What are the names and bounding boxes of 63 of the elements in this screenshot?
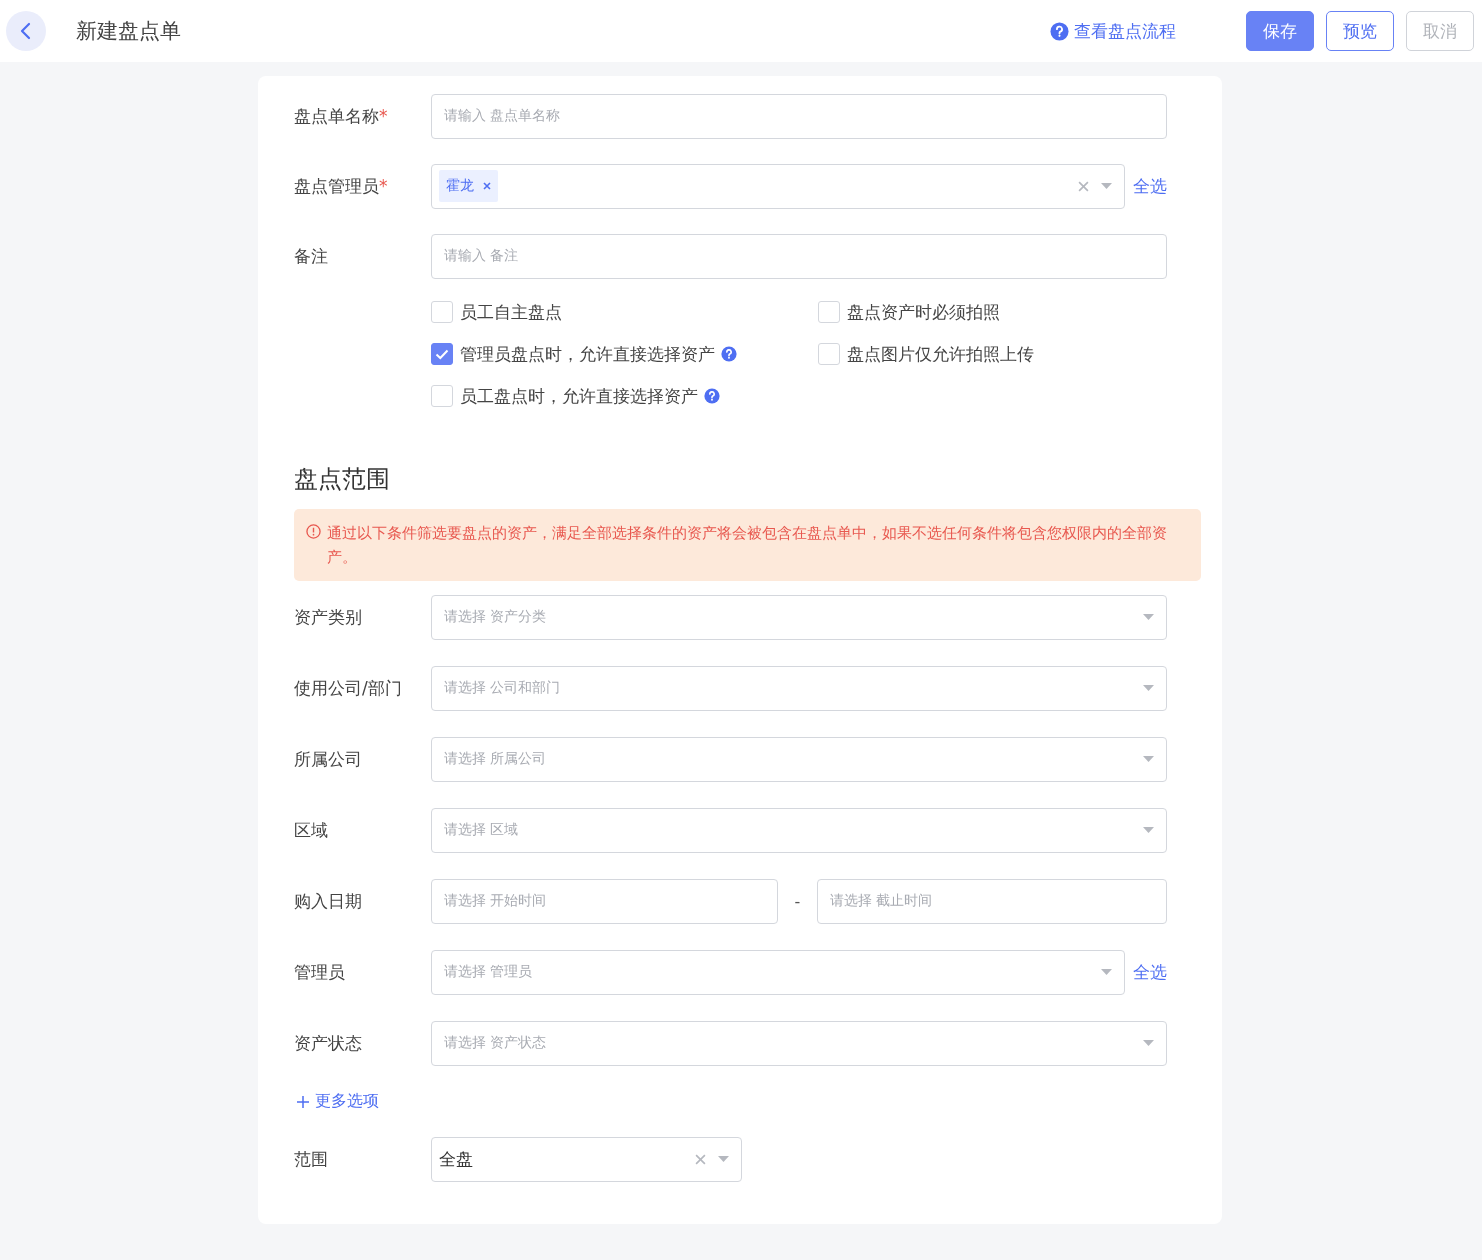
checkbox-label: 员工盘点时，允许直接选择资产 (460, 384, 698, 408)
help-icon[interactable] (721, 346, 737, 362)
select-all-link[interactable]: 全选 (1133, 960, 1167, 984)
select-field[interactable]: 请选择 管理员 (431, 949, 1125, 995)
preview-button[interactable]: 预览 (1326, 11, 1394, 51)
select-field[interactable]: 请选择 所属公司 (431, 736, 1167, 782)
range-select[interactable]: 全盘 (431, 1136, 742, 1182)
caret-icon (1143, 756, 1154, 762)
checkbox-label: 盘点资产时必须拍照 (847, 300, 1000, 324)
text-input[interactable]: 请输入 备注 (431, 233, 1167, 279)
start-date-field[interactable]: 请选择 开始时间 (431, 878, 778, 924)
caret-icon (1143, 685, 1154, 691)
more-options-link[interactable]: 更多选项 (297, 1091, 379, 1112)
caret-icon (1101, 183, 1112, 189)
clear-icon[interactable] (1078, 180, 1089, 192)
field-label: 资产状态 (294, 1031, 363, 1055)
back-button[interactable] (6, 11, 46, 51)
help-icon[interactable] (704, 388, 720, 404)
help-link-text[interactable]: 查看盘点流程 (1074, 19, 1176, 43)
help-icon (1050, 21, 1069, 41)
checkbox-label: 管理员盘点时，允许直接选择资产 (460, 342, 715, 366)
select-field[interactable]: 请选择 区域 (431, 807, 1167, 853)
field-label: 管理员 (294, 960, 346, 984)
notice-text: 通过以下条件筛选要盘点的资产，满足全部选择条件的资产将会被包含在盘点单中，如果不选任何条件将包含您权限内的全部资产。 (327, 523, 1168, 568)
chevron-left-icon (19, 22, 33, 40)
field-label: 区域 (294, 818, 329, 842)
caret-icon (1101, 969, 1112, 975)
range-separator: - (793, 891, 802, 911)
field-label: 购入日期 (294, 889, 363, 913)
caret-icon (1143, 827, 1154, 833)
plus-icon (297, 1095, 309, 1108)
checkbox-label: 盘点图片仅允许拍照上传 (847, 342, 1034, 366)
field-label: 使用公司/部门 (294, 676, 403, 700)
save-button[interactable]: 保存 (1246, 11, 1314, 51)
checkmark-icon (435, 348, 449, 360)
process-help-link[interactable]: 查看盘点流程 (1050, 19, 1176, 43)
field-label: 资产类别 (294, 605, 363, 629)
section-title: 盘点范围 (294, 464, 391, 495)
caret-icon (1143, 1040, 1154, 1046)
select-field[interactable]: 请选择 资产状态 (431, 1020, 1167, 1066)
field-label: 盘点单名称* (294, 104, 389, 128)
remove-icon[interactable] (483, 182, 491, 190)
required-mark: * (379, 175, 388, 196)
required-mark: * (379, 105, 388, 126)
field-label: 备注 (294, 244, 329, 268)
select-field[interactable]: 请选择 资产分类 (431, 594, 1167, 640)
field-label: 所属公司 (294, 747, 363, 771)
field-label: 范围 (294, 1147, 329, 1171)
select-field[interactable]: 请选择 公司和部门 (431, 665, 1167, 711)
warning-icon (306, 524, 321, 539)
multi-select[interactable]: 霍龙 (431, 163, 1125, 209)
selected-tag: 霍龙 (439, 170, 498, 202)
page-title: 新建盘点单 (76, 18, 182, 45)
more-options-text[interactable]: 更多选项 (315, 1091, 379, 1112)
clear-icon[interactable] (695, 1153, 706, 1165)
caret-icon (718, 1156, 729, 1162)
checkbox[interactable] (431, 343, 453, 365)
text-input[interactable]: 请输入 盘点单名称 (431, 93, 1167, 139)
checkbox-label: 员工自主盘点 (460, 300, 562, 324)
caret-icon (1143, 614, 1154, 620)
field-label: 盘点管理员* (294, 174, 389, 198)
select-all-link[interactable]: 全选 (1133, 174, 1167, 198)
end-date-field[interactable]: 请选择 截止时间 (817, 878, 1167, 924)
